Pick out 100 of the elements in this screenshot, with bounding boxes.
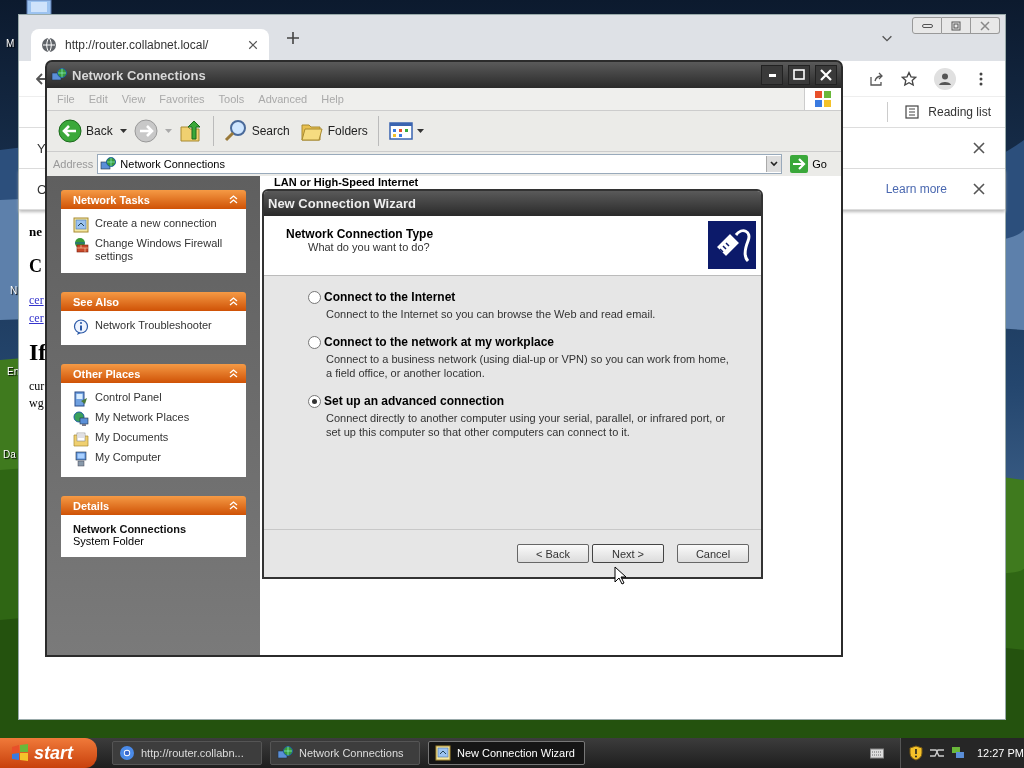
network-cable-icon[interactable]	[928, 746, 945, 760]
address-label: Address	[53, 158, 94, 170]
header-subtitle: What do you want to do?	[307, 241, 430, 253]
back-arrow-icon[interactable]	[36, 72, 45, 85]
page-link[interactable]: cer	[29, 291, 44, 309]
close-icon	[818, 67, 834, 83]
desktop-icon-label[interactable]: Da	[3, 449, 16, 460]
task-link[interactable]: Change Windows Firewall settings	[73, 237, 236, 263]
globe-icon	[41, 37, 57, 53]
search-icon	[223, 119, 248, 143]
minimize-icon	[921, 23, 933, 28]
task-link[interactable]: Network Troubleshooter	[73, 319, 236, 335]
profile-button[interactable]	[934, 67, 956, 90]
chevron-down-icon	[770, 161, 779, 167]
page-text: cur	[29, 378, 45, 395]
info-bar-text: Y	[37, 140, 46, 156]
option-description: Connect directly to another computer using your serial, parallel, or infrared port, or set up this computer so that other computers can connect to it.	[326, 411, 727, 439]
wizard-window-icon	[435, 745, 451, 761]
folders-button[interactable]: Folders	[296, 119, 371, 143]
desktop-icon-label[interactable]: N	[10, 285, 18, 296]
radio-option[interactable]: Set up an advanced connection	[308, 394, 505, 408]
minimize-icon	[768, 73, 776, 77]
minimize-button[interactable]	[761, 65, 783, 85]
clock: 12:27 PM	[976, 747, 1024, 759]
folder-documents-icon	[73, 431, 89, 447]
dialog-title: New Connection Wizard	[264, 191, 761, 216]
star-icon[interactable]	[901, 70, 917, 87]
page-link[interactable]: cer	[29, 309, 44, 327]
network-connection-icon	[51, 67, 67, 83]
collapse-icon	[229, 501, 238, 510]
collapse-icon	[229, 297, 238, 306]
taskbar-button[interactable]: New Connection Wizard	[428, 741, 585, 765]
tab-title: http://router.collabnet.local/	[65, 38, 210, 52]
task-link[interactable]: My Network Places	[73, 411, 236, 427]
maximize-button[interactable]	[788, 65, 810, 85]
maximize-icon	[791, 67, 807, 83]
address-field[interactable]: Network Connections	[97, 154, 783, 174]
plus-icon[interactable]	[285, 30, 301, 46]
task-link[interactable]: Create a new connection	[73, 217, 236, 233]
taskbar-button[interactable]: http://router.collabn...	[112, 741, 262, 765]
network-plug-icon	[708, 221, 756, 269]
search-button[interactable]: Search	[220, 119, 293, 143]
task-link[interactable]: My Documents	[73, 431, 236, 447]
minimize-button[interactable]	[912, 17, 942, 34]
details-type: System Folder	[73, 535, 145, 547]
restore-icon	[951, 20, 961, 31]
info-icon	[73, 319, 89, 335]
globe-computer-icon	[73, 411, 89, 427]
cancel-button[interactable]: Cancel	[677, 544, 749, 563]
dropdown-button[interactable]	[766, 156, 782, 172]
computer-icon	[73, 451, 89, 467]
radio-button[interactable]	[308, 335, 321, 349]
collapse-icon	[229, 195, 238, 204]
back-button[interactable]: < Back	[517, 544, 589, 563]
reading-list-link[interactable]: Reading list	[928, 105, 991, 119]
collapse-icon	[229, 369, 238, 378]
control-panel-icon	[73, 391, 89, 407]
task-link[interactable]: Control Panel	[73, 391, 236, 407]
option-description: Connect to a business network (using dial-up or VPN) so you can work from home, a field office, or another location.	[326, 352, 730, 380]
reading-list-icon	[904, 104, 921, 120]
page-text: ne	[29, 224, 42, 240]
start-button[interactable]: start	[0, 738, 97, 768]
page-heading: C	[29, 256, 42, 277]
radio-button[interactable]	[308, 290, 321, 304]
next-button[interactable]: Next >	[592, 544, 664, 563]
radio-option[interactable]: Connect to the network at my workplace	[308, 335, 555, 349]
network-connection-icon	[277, 745, 293, 761]
close-button[interactable]	[815, 65, 837, 85]
back-button[interactable]: Back	[55, 119, 116, 143]
network-computer-icon[interactable]	[950, 746, 965, 760]
details-name: Network Connections	[73, 523, 188, 535]
task-link[interactable]: My Computer	[73, 451, 236, 467]
group-heading: LAN or High-Speed Internet	[274, 176, 420, 188]
folder-up-arrow-icon	[178, 119, 203, 143]
shield-icon[interactable]	[909, 745, 923, 761]
keyboard-icon[interactable]	[870, 747, 884, 759]
learn-more-link[interactable]: Learn more	[885, 182, 947, 196]
radio-option[interactable]: Connect to the Internet	[308, 290, 456, 304]
taskbar-button[interactable]: Network Connections	[270, 741, 420, 765]
close-icon[interactable]	[247, 39, 259, 51]
close-icon	[980, 20, 990, 31]
radio-button[interactable]	[308, 394, 321, 408]
header-title: Network Connection Type	[286, 227, 434, 241]
browser-tab[interactable]: http://router.collabnet.local/	[31, 29, 269, 61]
share-icon[interactable]	[868, 70, 884, 87]
views-icon	[388, 121, 413, 141]
browser-icon	[119, 745, 135, 761]
close-icon[interactable]	[971, 181, 987, 197]
windows-flag-icon	[10, 743, 30, 763]
windows-logo-icon	[814, 90, 832, 108]
network-connection-icon	[100, 156, 117, 172]
close-icon[interactable]	[971, 140, 987, 156]
go-arrow-icon	[790, 155, 809, 173]
go-button[interactable]: Go	[786, 155, 841, 173]
firewall-icon	[73, 237, 89, 253]
page-text: wg	[29, 395, 44, 412]
connection-window-icon	[73, 217, 89, 233]
desktop-icon-label[interactable]: M	[6, 38, 15, 49]
mouse-cursor-icon	[614, 566, 626, 585]
page-heading: If	[29, 339, 47, 366]
